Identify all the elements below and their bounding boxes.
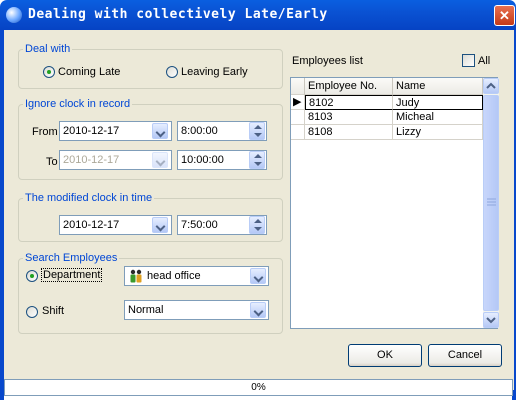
shift-select[interactable]: Normal [124,300,269,320]
department-select[interactable]: head office [124,266,269,286]
ok-button-label: OK [377,349,393,361]
coming-late-radio[interactable] [43,66,55,78]
shift-dropdown-button[interactable] [250,302,266,318]
grid-header: Employee No. Name [291,78,483,95]
department-people-icon [129,269,143,283]
search-employees-legend: Search Employees [25,252,118,264]
app-icon [6,7,22,23]
all-checkbox[interactable] [462,54,475,67]
row-indicator-header [291,78,305,95]
modified-time-spinner[interactable] [249,216,265,234]
progress-text: 0% [251,382,266,393]
from-label: From [32,126,58,138]
table-row[interactable]: 8108 Lizzy [291,125,483,140]
window-title: Dealing with collectively Late/Early [28,7,328,22]
column-header-employee-no[interactable]: Employee No. [305,78,393,95]
all-checkbox-label[interactable]: All [478,55,490,67]
coming-late-label[interactable]: Coming Late [58,66,120,78]
to-label: To [46,156,58,168]
vertical-scrollbar[interactable] [483,78,499,328]
scrollbar-thumb[interactable] [483,95,499,311]
employee-name-cell[interactable]: Judy [393,95,483,110]
employee-no-cell[interactable]: 8108 [305,125,393,140]
ok-button[interactable]: OK [348,344,422,367]
shift-radio[interactable] [26,306,38,318]
current-row-indicator-icon: ▶ [291,95,305,110]
employees-list-label: Employees list [292,55,363,67]
deal-with-legend: Deal with [25,43,71,55]
title-bar[interactable]: Dealing with collectively Late/Early ✕ [0,0,516,30]
department-label[interactable]: Department [41,268,103,282]
scroll-down-icon[interactable] [483,312,499,328]
leaving-early-radio[interactable] [166,66,178,78]
progress-bar: 0% [4,379,513,396]
department-radio[interactable] [26,270,38,282]
search-employees-group: Search Employees [18,252,283,334]
row-indicator-cell [291,125,305,140]
employee-name-cell[interactable]: Micheal [393,110,483,125]
department-dropdown-button[interactable] [250,268,266,284]
scroll-up-icon[interactable] [483,78,499,94]
column-header-name[interactable]: Name [393,78,483,95]
row-indicator-cell [291,110,305,125]
from-date-dropdown-button[interactable] [152,123,168,139]
modified-date-dropdown-button[interactable] [152,217,168,233]
employee-name-cell[interactable]: Lizzy [393,125,483,140]
to-time-spinner[interactable] [249,151,265,169]
modified-clock-legend: The modified clock in time [25,192,153,204]
to-date-dropdown-button [152,152,168,168]
leaving-early-label[interactable]: Leaving Early [181,66,248,78]
ignore-clock-legend: Ignore clock in record [25,98,131,110]
cancel-button[interactable]: Cancel [428,344,502,367]
employees-grid[interactable]: Employee No. Name ▶ 8102 Judy 8103 Miche… [290,77,499,329]
employee-no-cell[interactable]: 8102 [305,95,393,110]
cancel-button-label: Cancel [447,349,483,361]
table-row[interactable]: 8103 Micheal [291,110,483,125]
close-icon[interactable]: ✕ [494,5,515,26]
from-time-spinner[interactable] [249,122,265,140]
employee-no-cell[interactable]: 8103 [305,110,393,125]
shift-label[interactable]: Shift [42,305,64,317]
table-row[interactable]: ▶ 8102 Judy [291,95,483,110]
